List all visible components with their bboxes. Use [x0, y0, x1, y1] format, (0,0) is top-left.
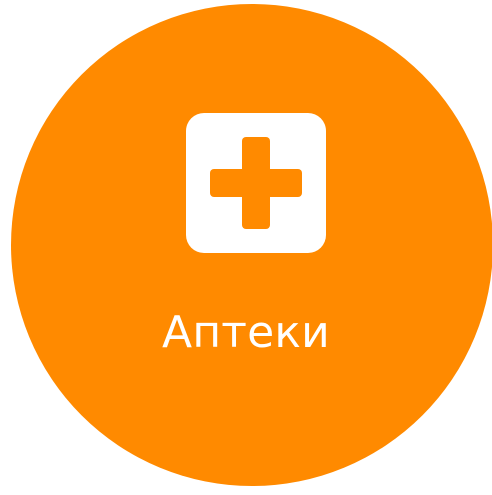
- medical-cross-icon: [186, 113, 326, 253]
- stage: Аптеки: [0, 0, 492, 495]
- category-label: Аптеки: [162, 307, 330, 358]
